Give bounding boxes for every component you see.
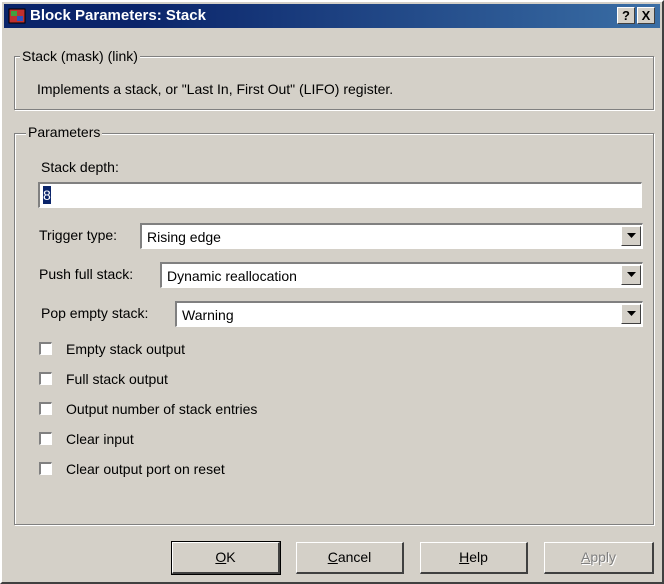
chevron-down-icon[interactable] bbox=[621, 265, 641, 285]
checkbox-label: Clear output port on reset bbox=[66, 461, 225, 477]
window-title: Block Parameters: Stack bbox=[30, 7, 206, 24]
help-label-rest: elp bbox=[469, 549, 488, 565]
apply-label-rest: pply bbox=[590, 549, 617, 565]
checkbox-label: Empty stack output bbox=[66, 341, 186, 357]
mask-description: Implements a stack, or "Last In, First O… bbox=[37, 81, 394, 97]
pop-empty-stack-label: Pop empty stack: bbox=[41, 305, 149, 321]
pop-empty-stack-select[interactable]: Warning bbox=[175, 301, 643, 327]
checkbox-label: Full stack output bbox=[66, 371, 168, 387]
chevron-down-icon[interactable] bbox=[621, 304, 641, 324]
apply-button: Apply bbox=[544, 542, 654, 574]
push-full-stack-label: Push full stack: bbox=[39, 266, 134, 282]
stack-depth-value: 8 bbox=[43, 186, 51, 204]
context-help-button[interactable]: ? bbox=[617, 7, 635, 24]
help-mnemonic: H bbox=[459, 549, 470, 565]
apply-mnemonic: A bbox=[580, 549, 591, 565]
checkbox-label: Clear input bbox=[66, 431, 134, 447]
cancel-label-rest: ancel bbox=[337, 549, 372, 565]
trigger-type-label: Trigger type: bbox=[39, 227, 118, 243]
trigger-type-value: Rising edge bbox=[147, 229, 221, 245]
ok-button[interactable]: OK bbox=[171, 541, 281, 575]
mask-group-title: Stack (mask) (link) bbox=[20, 48, 140, 64]
pop-empty-stack-value: Warning bbox=[182, 307, 234, 323]
checkbox-box[interactable] bbox=[39, 402, 52, 415]
dialog-window: Block Parameters: Stack ? X Stack (mask)… bbox=[0, 0, 664, 584]
cancel-mnemonic: C bbox=[327, 549, 338, 565]
ok-label-rest: K bbox=[226, 549, 236, 565]
push-full-stack-value: Dynamic reallocation bbox=[167, 268, 297, 284]
checkbox-box[interactable] bbox=[39, 462, 52, 475]
stack-depth-field[interactable]: 8 bbox=[38, 182, 642, 208]
checkbox-box[interactable] bbox=[39, 372, 52, 385]
help-button[interactable]: Help bbox=[420, 542, 528, 574]
checkbox-box[interactable] bbox=[39, 432, 52, 445]
checkbox-box[interactable] bbox=[39, 342, 52, 355]
trigger-type-select[interactable]: Rising edge bbox=[140, 223, 643, 249]
stack-depth-label: Stack depth: bbox=[41, 159, 119, 175]
push-full-stack-select[interactable]: Dynamic reallocation bbox=[160, 262, 643, 288]
cancel-button[interactable]: Cancel bbox=[296, 542, 404, 574]
chevron-down-icon[interactable] bbox=[621, 226, 641, 246]
simulink-block-icon bbox=[8, 7, 26, 25]
title-bar[interactable]: Block Parameters: Stack ? X bbox=[4, 4, 660, 28]
checkbox-label: Output number of stack entries bbox=[66, 401, 258, 417]
ok-mnemonic: O bbox=[215, 549, 227, 565]
close-button[interactable]: X bbox=[637, 7, 655, 24]
parameters-group-title: Parameters bbox=[26, 124, 103, 140]
